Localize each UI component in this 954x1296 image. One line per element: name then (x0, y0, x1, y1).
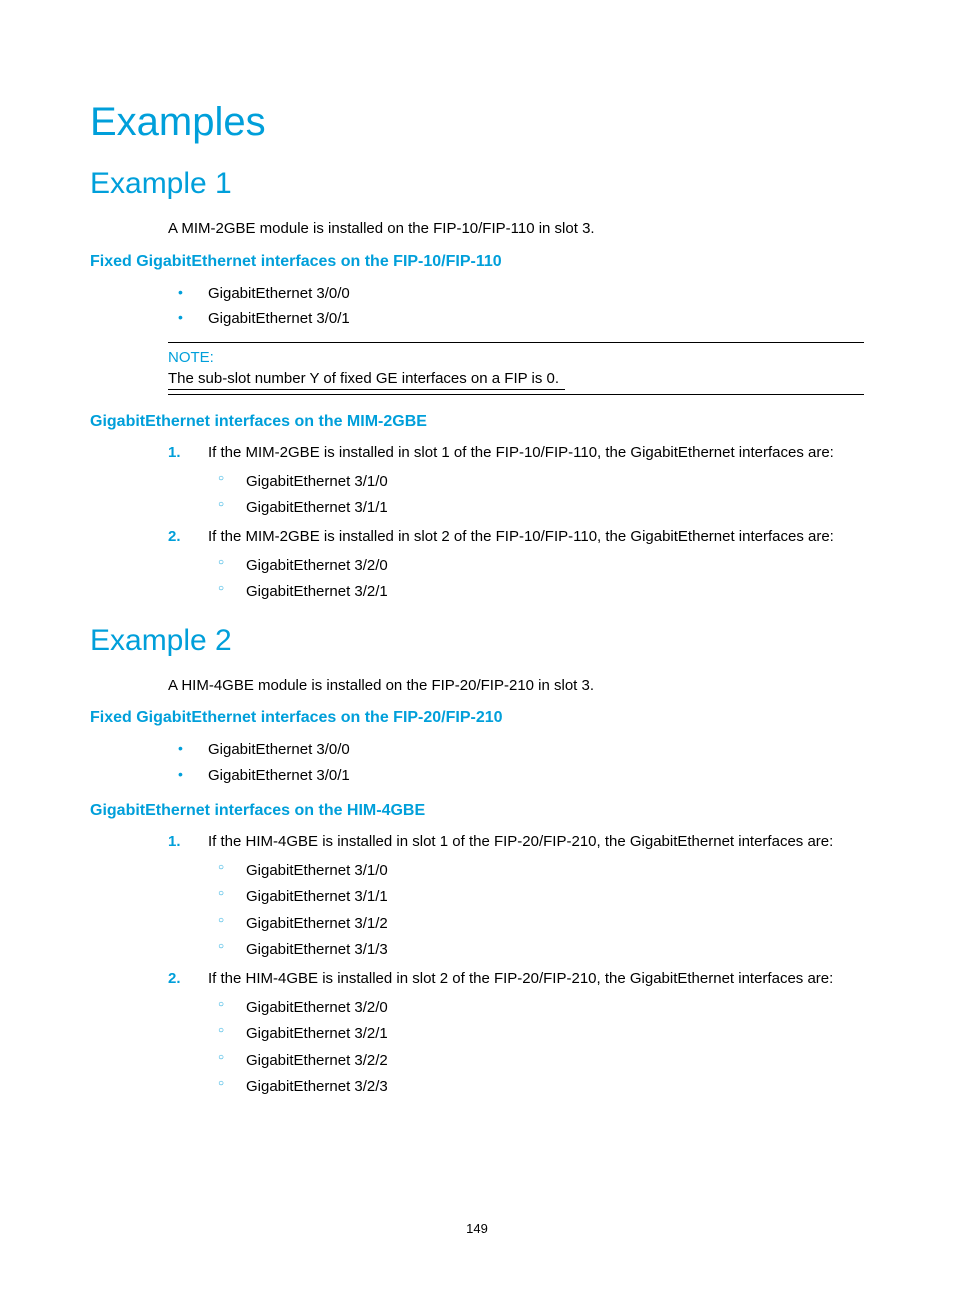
sub-list: GigabitEthernet 3/1/0 GigabitEthernet 3/… (208, 469, 864, 522)
page-content: Examples Example 1 A MIM-2GBE module is … (0, 0, 954, 1100)
item-text: If the HIM-4GBE is installed in slot 1 o… (208, 833, 833, 850)
note-text: The sub-slot number Y of fixed GE interf… (168, 370, 565, 390)
sub-item: GigabitEthernet 3/1/2 (208, 911, 864, 937)
sub-item: GigabitEthernet 3/1/1 (208, 495, 864, 521)
list-item: GigabitEthernet 3/0/1 (90, 763, 864, 789)
item-text: If the MIM-2GBE is installed in slot 1 o… (208, 444, 834, 461)
example2-sectionb-list: 1. If the HIM-4GBE is installed in slot … (90, 830, 864, 1100)
example2-intro: A HIM-4GBE module is installed on the FI… (168, 676, 864, 696)
example1-sectiona-heading: Fixed GigabitEthernet interfaces on the … (90, 253, 864, 271)
example1-sectionb-list: 1. If the MIM-2GBE is installed in slot … (90, 441, 864, 606)
page-title: Examples (90, 100, 864, 145)
sub-item: GigabitEthernet 3/2/1 (208, 579, 864, 605)
list-item: GigabitEthernet 3/0/0 (90, 281, 864, 307)
example1-sectionb-heading: GigabitEthernet interfaces on the MIM-2G… (90, 413, 864, 431)
sub-item: GigabitEthernet 3/1/0 (208, 469, 864, 495)
note-box: NOTE: The sub-slot number Y of fixed GE … (168, 342, 864, 395)
item-number: 2. (168, 525, 181, 549)
sub-item: GigabitEthernet 3/1/0 (208, 858, 864, 884)
sub-item: GigabitEthernet 3/2/2 (208, 1048, 864, 1074)
note-label: NOTE: (168, 349, 864, 366)
example1-sectiona-list: GigabitEthernet 3/0/0 GigabitEthernet 3/… (90, 281, 864, 332)
numbered-item: 2. If the MIM-2GBE is installed in slot … (90, 525, 864, 606)
sub-item: GigabitEthernet 3/2/1 (208, 1021, 864, 1047)
sub-list: GigabitEthernet 3/2/0 GigabitEthernet 3/… (208, 553, 864, 606)
sub-list: GigabitEthernet 3/1/0 GigabitEthernet 3/… (208, 858, 864, 963)
numbered-item: 1. If the HIM-4GBE is installed in slot … (90, 830, 864, 963)
example1-intro: A MIM-2GBE module is installed on the FI… (168, 219, 864, 239)
sub-item: GigabitEthernet 3/2/0 (208, 553, 864, 579)
sub-item: GigabitEthernet 3/2/0 (208, 995, 864, 1021)
page-number: 149 (0, 1221, 954, 1236)
example2-heading: Example 2 (90, 624, 864, 658)
item-number: 2. (168, 967, 181, 991)
example2-sectiona-list: GigabitEthernet 3/0/0 GigabitEthernet 3/… (90, 737, 864, 788)
item-number: 1. (168, 830, 181, 854)
list-item: GigabitEthernet 3/0/1 (90, 306, 864, 332)
sub-item: GigabitEthernet 3/2/3 (208, 1074, 864, 1100)
item-text: If the HIM-4GBE is installed in slot 2 o… (208, 970, 833, 987)
item-number: 1. (168, 441, 181, 465)
example1-heading: Example 1 (90, 167, 864, 201)
example2-sectiona-heading: Fixed GigabitEthernet interfaces on the … (90, 709, 864, 727)
sub-item: GigabitEthernet 3/1/3 (208, 937, 864, 963)
item-text: If the MIM-2GBE is installed in slot 2 o… (208, 528, 834, 545)
list-item: GigabitEthernet 3/0/0 (90, 737, 864, 763)
sub-item: GigabitEthernet 3/1/1 (208, 884, 864, 910)
numbered-item: 2. If the HIM-4GBE is installed in slot … (90, 967, 864, 1100)
sub-list: GigabitEthernet 3/2/0 GigabitEthernet 3/… (208, 995, 864, 1100)
numbered-item: 1. If the MIM-2GBE is installed in slot … (90, 441, 864, 522)
example2-sectionb-heading: GigabitEthernet interfaces on the HIM-4G… (90, 802, 864, 820)
